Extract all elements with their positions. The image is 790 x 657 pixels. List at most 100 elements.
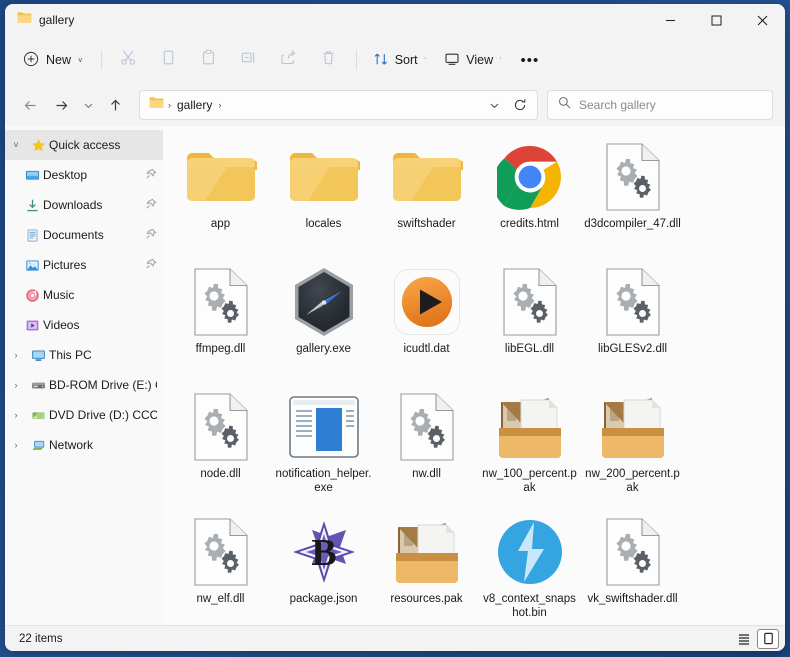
pin-icon[interactable] bbox=[141, 168, 157, 183]
desktop-icon bbox=[21, 168, 43, 183]
search-box[interactable]: Search gallery bbox=[547, 90, 773, 120]
cut-button[interactable] bbox=[110, 44, 148, 76]
paste-button[interactable] bbox=[190, 44, 228, 76]
pin-icon[interactable] bbox=[141, 198, 157, 213]
file-name: node.dll bbox=[171, 467, 270, 481]
chevron-right-icon[interactable]: › bbox=[5, 350, 27, 360]
file-item[interactable]: vk_swiftshader.dll bbox=[581, 509, 684, 625]
bd-rom-drive-icon bbox=[27, 378, 49, 393]
file-name: ffmpeg.dll bbox=[171, 342, 270, 356]
delete-button[interactable] bbox=[310, 44, 348, 76]
file-item[interactable]: gallery.exe bbox=[272, 259, 375, 384]
file-name: libEGL.dll bbox=[480, 342, 579, 356]
pin-icon[interactable] bbox=[141, 258, 157, 273]
file-name: libGLESv2.dll bbox=[583, 342, 682, 356]
music-icon bbox=[21, 288, 43, 303]
sidebar-item-desktop[interactable]: Desktop bbox=[5, 160, 163, 190]
file-item[interactable]: B package.json bbox=[272, 509, 375, 625]
network-icon bbox=[27, 438, 49, 453]
archive-box-icon bbox=[478, 390, 581, 464]
toolbar-separator bbox=[101, 50, 102, 70]
search-input[interactable]: Search gallery bbox=[579, 98, 656, 112]
file-item[interactable]: nw_100_percent.pak bbox=[478, 384, 581, 509]
chevron-down-icon[interactable]: ˅ bbox=[5, 140, 27, 150]
file-item[interactable]: node.dll bbox=[169, 384, 272, 509]
file-name: nw.dll bbox=[377, 467, 476, 481]
file-item[interactable]: swiftshader bbox=[375, 134, 478, 259]
close-button[interactable] bbox=[739, 4, 785, 36]
file-item[interactable]: icudtl.dat bbox=[375, 259, 478, 384]
file-item[interactable]: nw.dll bbox=[375, 384, 478, 509]
sidebar-item-quick-access[interactable]: ˅ Quick access bbox=[5, 130, 163, 160]
sidebar-item-bd-rom-drive[interactable]: › BD-ROM Drive (E:) C bbox=[5, 370, 163, 400]
sidebar-item-music[interactable]: Music bbox=[5, 280, 163, 310]
sidebar-item-network[interactable]: › Network bbox=[5, 430, 163, 460]
file-name: nw_elf.dll bbox=[171, 592, 270, 606]
pin-icon[interactable] bbox=[141, 228, 157, 243]
monitor-icon bbox=[444, 51, 460, 70]
new-button-label: New bbox=[46, 53, 71, 67]
file-item[interactable]: resources.pak bbox=[375, 509, 478, 625]
file-item[interactable]: locales bbox=[272, 134, 375, 259]
compass-hex-icon bbox=[272, 265, 375, 339]
share-button[interactable] bbox=[270, 44, 308, 76]
rename-button[interactable] bbox=[230, 44, 268, 76]
file-item[interactable]: nw_200_percent.pak bbox=[581, 384, 684, 509]
sidebar-item-downloads[interactable]: Downloads bbox=[5, 190, 163, 220]
sidebar-item-pictures[interactable]: Pictures bbox=[5, 250, 163, 280]
file-name: nw_100_percent.pak bbox=[480, 467, 579, 495]
new-button[interactable]: New ˅ bbox=[15, 44, 93, 76]
explorer-body: ˅ Quick access Desktop bbox=[5, 126, 785, 625]
file-item[interactable]: d3dcompiler_47.dll bbox=[581, 134, 684, 259]
list-view-icon[interactable] bbox=[733, 629, 755, 649]
dll-gears-icon bbox=[478, 265, 581, 339]
back-button[interactable] bbox=[15, 90, 45, 120]
file-item[interactable]: ffmpeg.dll bbox=[169, 259, 272, 384]
file-name: notification_helper.exe bbox=[274, 467, 373, 495]
file-item[interactable]: libEGL.dll bbox=[478, 259, 581, 384]
maximize-button[interactable] bbox=[693, 4, 739, 36]
file-name: vk_swiftshader.dll bbox=[583, 592, 682, 606]
daemon-bolt-icon bbox=[478, 515, 581, 589]
file-name: swiftshader bbox=[377, 217, 476, 231]
folder-icon bbox=[149, 96, 164, 114]
dll-gears-icon bbox=[169, 515, 272, 589]
navigation-sidebar: ˅ Quick access Desktop bbox=[5, 126, 163, 625]
copy-button[interactable] bbox=[150, 44, 188, 76]
file-item[interactable]: credits.html bbox=[478, 134, 581, 259]
forward-button[interactable] bbox=[46, 90, 76, 120]
file-item[interactable]: nw_elf.dll bbox=[169, 509, 272, 625]
recent-locations-button[interactable] bbox=[77, 90, 99, 120]
file-item[interactable]: app bbox=[169, 134, 272, 259]
chevron-down-icon[interactable] bbox=[481, 92, 507, 118]
chevron-right-icon[interactable]: › bbox=[5, 440, 27, 450]
sidebar-item-videos[interactable]: Videos bbox=[5, 310, 163, 340]
dll-gears-icon bbox=[375, 390, 478, 464]
breadcrumb-bar[interactable]: › gallery › bbox=[139, 90, 538, 120]
share-icon bbox=[280, 49, 298, 71]
see-more-button[interactable]: ••• bbox=[512, 44, 548, 76]
search-icon bbox=[558, 96, 571, 114]
large-icons-view-icon[interactable] bbox=[757, 629, 779, 649]
videos-icon bbox=[21, 318, 43, 333]
orange-play-icon bbox=[375, 265, 478, 339]
chrome-icon bbox=[478, 140, 581, 214]
sidebar-item-dvd-drive[interactable]: › DVD Drive (D:) CCCC bbox=[5, 400, 163, 430]
file-list-area[interactable]: app locales bbox=[163, 126, 785, 625]
up-button[interactable] bbox=[100, 90, 130, 120]
chevron-right-icon[interactable]: › bbox=[5, 410, 27, 420]
refresh-icon[interactable] bbox=[507, 92, 533, 118]
sidebar-item-this-pc[interactable]: › This PC bbox=[5, 340, 163, 370]
view-button[interactable]: View ʾ bbox=[436, 44, 510, 76]
address-bar-row: › gallery › Search gallery bbox=[5, 84, 785, 126]
breadcrumb-item-gallery[interactable]: gallery bbox=[172, 96, 217, 114]
file-item[interactable]: notification_helper.exe bbox=[272, 384, 375, 509]
sort-button[interactable]: Sort ʾ bbox=[365, 44, 435, 76]
this-pc-icon bbox=[27, 348, 49, 363]
chevron-right-icon[interactable]: › bbox=[5, 380, 27, 390]
file-item[interactable]: libGLESv2.dll bbox=[581, 259, 684, 384]
file-item[interactable]: v8_context_snapshot.bin bbox=[478, 509, 581, 625]
folder-icon bbox=[17, 11, 32, 29]
sidebar-item-documents[interactable]: Documents bbox=[5, 220, 163, 250]
minimize-button[interactable] bbox=[647, 4, 693, 36]
